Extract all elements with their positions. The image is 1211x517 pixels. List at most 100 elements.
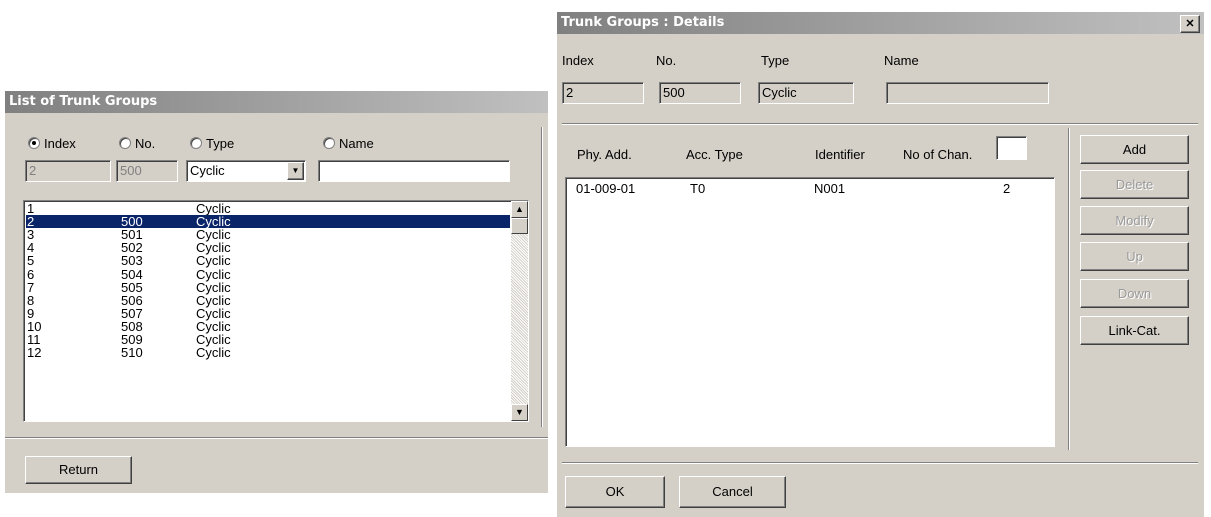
type-field[interactable]: Cyclic [758,82,854,104]
list-item-no: 506 [121,292,143,308]
table-cell-identifier: N001 [814,181,846,196]
radio-index-label: Index [44,136,76,151]
name-label: Name [884,53,919,68]
filter-name-input[interactable] [318,160,510,182]
top-divider [562,123,1198,125]
close-icon[interactable]: ✕ [1180,15,1200,33]
delete-button-label: Delete [1115,177,1154,192]
trunk-group-list[interactable]: 1 Cyclic 2 500 Cyclic 3 501 Cyclic 4 502 Cyclic 5 50… [23,200,529,422]
list-item[interactable]: 8 506 Cyclic [26,294,510,307]
list-item-type: Cyclic [196,305,231,321]
list-item[interactable]: 9 507 Cyclic [26,307,510,320]
trunk-groups-details-window: Trunk Groups : Details ✕ Index No. Type … [557,12,1204,517]
list-item[interactable]: 2 500 Cyclic [26,214,510,230]
list-item[interactable]: 12 510 Cyclic [26,346,510,359]
type-label: Type [761,53,790,68]
list-item[interactable]: 11 509 Cyclic [26,333,510,346]
list-item-no: 510 [121,345,143,361]
list-item-no: 501 [121,227,143,243]
list-item[interactable]: 4 502 Cyclic [26,241,510,254]
name-field[interactable] [886,82,1049,104]
list-item-index: 3 [27,227,35,243]
filter-index-field[interactable]: 2 [25,160,111,182]
radio-type-label: Type [206,136,235,151]
radio-indicator [190,137,202,149]
list-item-index: 2 [27,214,35,230]
radio-indicator [323,137,335,149]
physical-address-list[interactable]: 01-009-01 T0 N001 2 [565,177,1055,447]
list-item-index: 1 [27,201,35,216]
list-item-type: Cyclic [196,266,231,282]
list-item-type: Cyclic [196,292,231,308]
radio-indicator [119,137,131,149]
index-label: Index [562,53,594,68]
link-cat-button[interactable]: Link-Cat. [1080,316,1189,345]
list-item-index: 7 [27,279,35,295]
delete-button[interactable]: Delete [1080,170,1189,199]
list-item[interactable]: 3 501 Cyclic [26,228,510,241]
close-glyph: ✕ [1185,18,1195,30]
return-button[interactable]: Return [25,456,132,484]
no-label: No. [656,53,677,68]
radio-no-label: No. [135,136,156,151]
bottom-divider [562,462,1198,464]
list-item-index: 4 [27,240,35,256]
modify-button[interactable]: Modify [1080,206,1189,235]
up-button-label: Up [1126,249,1143,264]
scroll-down-arrow-icon[interactable]: ▼ [511,404,528,421]
scroll-up-arrow-icon[interactable]: ▲ [511,201,528,218]
radio-name[interactable]: Name [323,136,403,152]
up-button[interactable]: Up [1080,242,1189,271]
list-item-index: 12 [27,345,42,361]
list-item-type: Cyclic [196,253,231,269]
scroll-thumb[interactable] [511,218,528,234]
filter-no-field[interactable]: 500 [116,160,178,182]
buttons-divider [1068,128,1070,450]
cancel-button[interactable]: Cancel [679,476,786,508]
no-value: 500 [663,85,685,100]
radio-index[interactable]: Index [28,136,108,152]
col-identifier: Identifier [815,147,865,162]
type-value: Cyclic [762,85,797,100]
no-field[interactable]: 500 [659,82,741,104]
list-item-index: 6 [27,266,35,282]
table-cell-chan: 2 [1003,181,1011,196]
list-item[interactable]: 6 504 Cyclic [26,268,510,281]
list-item-index: 5 [27,253,35,269]
list-item[interactable]: 7 505 Cyclic [26,281,510,294]
chevron-down-icon[interactable]: ▼ [287,162,304,180]
list-item-no: 502 [121,240,143,256]
table-cell-acc-type: T0 [690,181,706,196]
add-button[interactable]: Add [1080,135,1189,164]
ok-button[interactable]: OK [565,476,665,508]
list-item[interactable]: 1 Cyclic [26,202,510,215]
filter-no-value: 500 [120,163,142,178]
right-divider [541,127,543,427]
table-row[interactable]: 01-009-01 T0 N001 2 [566,181,1054,197]
list-item[interactable]: 10 508 Cyclic [26,320,510,333]
filter-type-value: Cyclic [190,163,225,178]
list-item-index: 11 [27,332,41,347]
modify-button-label: Modify [1115,213,1154,228]
list-item-no: 500 [121,214,143,230]
radio-no[interactable]: No. [119,136,189,152]
bottom-divider [5,437,548,439]
col-phy-add: Phy. Add. [577,147,632,162]
radio-indicator [28,137,40,149]
list-item-type: Cyclic [196,279,231,295]
radio-name-label: Name [339,136,374,151]
filter-type-select[interactable]: Cyclic ▼ [186,160,306,182]
list-item-type: Cyclic [196,318,231,334]
index-value: 2 [566,85,574,100]
list-scrollbar[interactable]: ▲ ▼ [511,201,528,421]
list-item-index: 10 [27,318,42,334]
radio-type[interactable]: Type [190,136,270,152]
index-field[interactable]: 2 [562,82,644,104]
down-button[interactable]: Down [1080,279,1189,308]
list-item-no: 503 [121,253,143,269]
list-item-type: Cyclic [196,240,231,256]
list-item[interactable]: 5 503 Cyclic [26,254,510,267]
no-of-chan-input[interactable] [996,136,1027,160]
add-button-label: Add [1122,142,1147,157]
list-item-type: Cyclic [196,201,231,216]
